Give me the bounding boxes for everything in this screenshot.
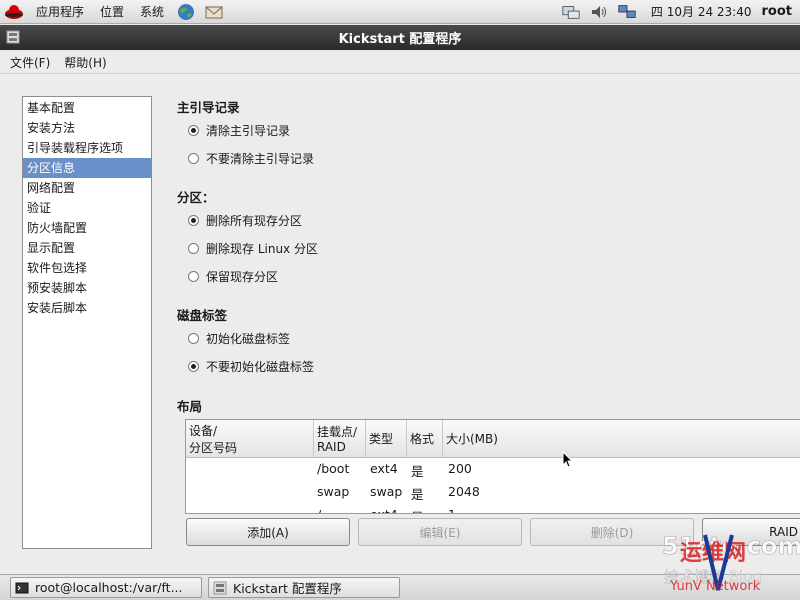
main-content: 基本配置 安装方法 引导装载程序选项 分区信息 网络配置 验证 防火墙配置 显示… (0, 74, 800, 574)
table-row[interactable]: swap swap 是 2048 (186, 481, 800, 504)
places-menu[interactable]: 位置 (92, 0, 132, 24)
browser-icon[interactable] (176, 2, 196, 22)
column-label: 分区号码 (189, 440, 238, 455)
column-mount[interactable]: 挂载点/ RAID (314, 420, 366, 457)
display-icon[interactable] (617, 2, 637, 22)
sidebar-item-auth[interactable]: 验证 (23, 198, 151, 218)
sidebar-item-firewall[interactable]: 防火墙配置 (23, 218, 151, 238)
cell-size: 1 (448, 507, 456, 513)
cell-mount: /boot (317, 461, 350, 476)
cell-format: 是 (411, 487, 424, 502)
column-device[interactable]: 设备/ 分区号码 (186, 420, 314, 457)
redhat-logo-icon[interactable] (4, 2, 24, 22)
radio-button[interactable] (188, 215, 199, 226)
cell-size: 2048 (448, 484, 480, 499)
radio-button[interactable] (188, 125, 199, 136)
partitions-section-title: 分区： (177, 190, 215, 205)
taskbar-label: root@localhost:/var/ft... (35, 580, 183, 595)
file-menu[interactable]: 文件(F) (3, 54, 57, 71)
taskbar-item-kickstart[interactable]: Kickstart 配置程序 (208, 577, 400, 598)
taskbar: root@localhost:/var/ft... Kickstart 配置程序 (0, 574, 800, 600)
radio-label: 删除现存 Linux 分区 (206, 242, 318, 256)
cell-mount: / (317, 507, 321, 513)
column-label: 格式 (410, 432, 435, 446)
cell-size: 200 (448, 461, 472, 476)
radio-button[interactable] (188, 361, 199, 372)
app-icon (213, 581, 227, 594)
disklabel-noinit-option[interactable]: 不要初始化磁盘标签 (188, 358, 314, 375)
column-format[interactable]: 格式 (407, 420, 443, 457)
radio-label: 不要初始化磁盘标签 (206, 360, 315, 374)
volume-icon[interactable] (589, 2, 609, 22)
system-menu[interactable]: 系统 (132, 0, 172, 24)
sidebar-item-partition[interactable]: 分区信息 (23, 158, 151, 178)
partition-remove-linux-option[interactable]: 删除现存 Linux 分区 (188, 240, 318, 257)
partition-remove-all-option[interactable]: 删除所有现存分区 (188, 212, 302, 229)
user-menu[interactable]: root (762, 4, 793, 19)
column-size[interactable]: 大小(MB) (443, 420, 800, 457)
radio-label: 清除主引导记录 (206, 124, 291, 138)
sidebar-item-pre-script[interactable]: 预安装脚本 (23, 278, 151, 298)
cell-type: swap (370, 484, 403, 499)
cell-type: ext4 (370, 461, 398, 476)
taskbar-label: Kickstart 配置程序 (233, 581, 342, 596)
menubar: 文件(F) 帮助(H) (0, 51, 800, 74)
mouse-cursor-icon (562, 451, 574, 468)
top-panel: 应用程序 位置 系统 四 10月 24 23:40 root (0, 0, 800, 24)
window-title: Kickstart 配置程序 (338, 32, 462, 47)
sidebar-item-display[interactable]: 显示配置 (23, 238, 151, 258)
cell-type: ext4 (370, 507, 398, 513)
radio-button[interactable] (188, 333, 199, 344)
radio-button[interactable] (188, 271, 199, 282)
radio-label: 删除所有现存分区 (206, 214, 303, 228)
partition-table[interactable]: 设备/ 分区号码 挂载点/ RAID 类型 格式 大小(MB) /boot ex… (185, 419, 800, 514)
help-menu[interactable]: 帮助(H) (57, 54, 113, 71)
applications-menu[interactable]: 应用程序 (28, 0, 92, 24)
mbr-clear-option[interactable]: 清除主引导记录 (188, 122, 290, 139)
sidebar-item-install-method[interactable]: 安装方法 (23, 118, 151, 138)
edit-button[interactable]: 编辑(E) (358, 518, 522, 546)
clock[interactable]: 四 10月 24 23:40 (651, 3, 752, 20)
mbr-keep-option[interactable]: 不要清除主引导记录 (188, 150, 314, 167)
disklabel-section-title: 磁盘标签 (177, 308, 228, 323)
sidebar-item-post-script[interactable]: 安装后脚本 (23, 298, 151, 318)
add-button[interactable]: 添加(A) (186, 518, 350, 546)
column-label: 大小(MB) (446, 432, 498, 446)
layout-section-title: 布局 (177, 399, 203, 414)
cell-format: 是 (411, 464, 424, 479)
column-label: 设备/ (189, 423, 218, 438)
cell-format: 是 (411, 507, 424, 513)
cell-mount: swap (317, 484, 350, 499)
radio-button[interactable] (188, 243, 199, 254)
sidebar-item-bootloader[interactable]: 引导装载程序选项 (23, 138, 151, 158)
mail-icon[interactable] (204, 2, 224, 22)
radio-label: 初始化磁盘标签 (206, 332, 291, 346)
taskbar-item-terminal[interactable]: root@localhost:/var/ft... (10, 577, 202, 598)
window-titlebar[interactable]: Kickstart 配置程序 (0, 25, 800, 50)
sidebar-item-packages[interactable]: 软件包选择 (23, 258, 151, 278)
mbr-section-title: 主引导记录 (177, 100, 240, 115)
radio-button[interactable] (188, 153, 199, 164)
app-icon[interactable] (6, 30, 20, 44)
sidebar-item-network[interactable]: 网络配置 (23, 178, 151, 198)
sidebar-item-basic[interactable]: 基本配置 (23, 98, 151, 118)
table-row[interactable]: /boot ext4 是 200 (186, 458, 800, 481)
column-label: RAID (317, 440, 346, 454)
terminal-icon (15, 582, 29, 593)
column-label: 类型 (369, 432, 394, 446)
table-row[interactable]: / ext4 是 1 (186, 504, 800, 513)
raid-button[interactable]: RAID (702, 518, 800, 546)
radio-label: 保留现存分区 (206, 270, 279, 284)
column-label: 挂载点/ (317, 425, 358, 439)
disklabel-init-option[interactable]: 初始化磁盘标签 (188, 330, 290, 347)
table-header: 设备/ 分区号码 挂载点/ RAID 类型 格式 大小(MB) (186, 420, 800, 458)
column-type[interactable]: 类型 (366, 420, 407, 457)
partition-keep-option[interactable]: 保留现存分区 (188, 268, 278, 285)
delete-button[interactable]: 删除(D) (530, 518, 694, 546)
network-icon[interactable] (561, 2, 581, 22)
radio-label: 不要清除主引导记录 (206, 152, 315, 166)
category-list: 基本配置 安装方法 引导装载程序选项 分区信息 网络配置 验证 防火墙配置 显示… (22, 96, 152, 549)
